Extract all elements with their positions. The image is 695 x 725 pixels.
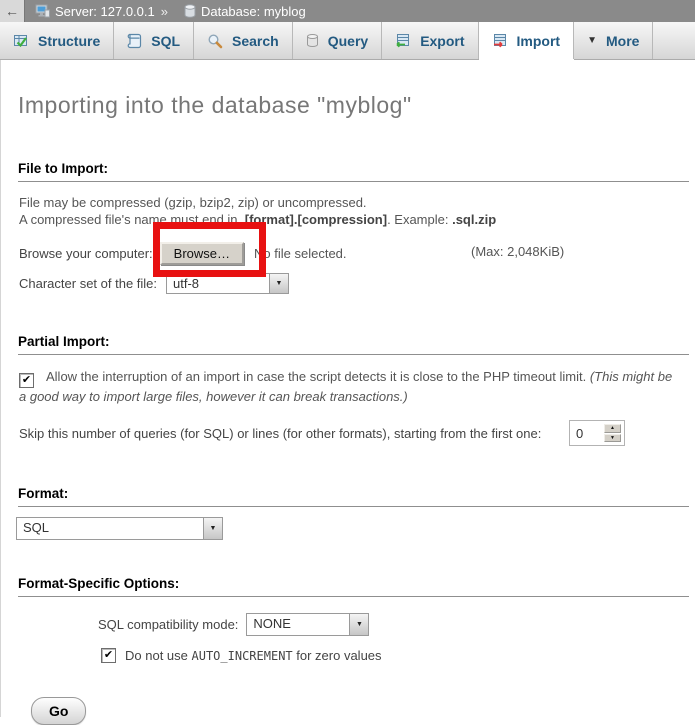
- compression-note: File may be compressed (gzip, bzip2, zip…: [19, 194, 683, 228]
- auto-increment-row: ✔ Do not use AUTO_INCREMENT for zero val…: [101, 648, 695, 663]
- tab-label: SQL: [151, 33, 180, 49]
- auto-increment-text: Do not use AUTO_INCREMENT for zero value…: [125, 648, 382, 663]
- tab-more[interactable]: ▼ More: [574, 22, 653, 59]
- tab-export[interactable]: Export: [382, 22, 478, 59]
- tab-structure[interactable]: Structure: [0, 22, 114, 59]
- database-icon: [184, 4, 196, 18]
- section-heading-file-to-import: File to Import:: [18, 161, 689, 182]
- allow-interruption-checkbox[interactable]: ✔: [19, 373, 34, 388]
- tab-label: Search: [232, 33, 279, 49]
- sql-compatibility-value: NONE: [247, 614, 349, 635]
- tab-label: Structure: [38, 33, 100, 49]
- phpmyadmin-import-page: { "icons": { "back_arrow": "←", "breadcr…: [0, 0, 695, 716]
- breadcrumb-database[interactable]: Database: myblog: [201, 4, 306, 19]
- max-size-note: (Max: 2,048KiB): [471, 244, 564, 259]
- skip-queries-row: Skip this number of queries (for SQL) or…: [19, 420, 695, 446]
- format-select[interactable]: SQL ▼: [16, 517, 223, 540]
- skip-queries-value[interactable]: 0: [573, 424, 604, 442]
- sql-icon: [127, 33, 142, 49]
- allow-interruption-row: ✔ Allow the interruption of an import in …: [19, 368, 681, 406]
- tab-query[interactable]: Query: [293, 22, 382, 59]
- charset-row: Character set of the file: utf-8 ▼: [19, 272, 695, 294]
- chevron-down-icon[interactable]: ▼: [269, 274, 288, 293]
- chevron-down-icon[interactable]: ▼: [203, 518, 222, 539]
- compression-line2-mid: . Example:: [387, 212, 452, 227]
- spinner-up-icon[interactable]: ▲: [604, 424, 621, 433]
- chevron-down-icon[interactable]: ▼: [349, 614, 368, 635]
- import-icon: [492, 33, 508, 49]
- tab-label: Export: [420, 33, 464, 49]
- sql-compatibility-select[interactable]: NONE ▼: [246, 613, 369, 636]
- skip-queries-stepper[interactable]: 0 ▲ ▼: [569, 420, 625, 446]
- section-heading-partial-import: Partial Import:: [18, 334, 689, 355]
- auto-increment-checkbox[interactable]: ✔: [101, 648, 116, 663]
- breadcrumb-server[interactable]: Server: 127.0.0.1: [55, 4, 155, 19]
- section-heading-format-specific: Format-Specific Options:: [18, 576, 689, 597]
- compression-line1: File may be compressed (gzip, bzip2, zip…: [19, 195, 367, 210]
- no-file-selected-text: No file selected.: [254, 246, 347, 261]
- skip-queries-label: Skip this number of queries (for SQL) or…: [19, 426, 541, 441]
- compression-example: .sql.zip: [452, 212, 496, 227]
- spinner-down-icon[interactable]: ▼: [604, 434, 621, 443]
- charset-label: Character set of the file:: [19, 276, 157, 291]
- allow-interruption-text: Allow the interruption of an import in c…: [46, 369, 590, 384]
- annotation-highlight-box: [153, 222, 266, 277]
- auto-increment-code: AUTO_INCREMENT: [192, 649, 293, 663]
- back-button[interactable]: ←: [0, 0, 25, 22]
- go-button[interactable]: Go: [31, 697, 86, 725]
- export-icon: [395, 33, 411, 49]
- query-icon: [306, 33, 319, 48]
- browse-row: Browse your computer: Browse… No file se…: [19, 241, 695, 265]
- main-content: Importing into the database "myblog" Fil…: [0, 60, 695, 717]
- tab-search[interactable]: Search: [194, 22, 293, 59]
- tab-bar: Structure SQL Search Query: [0, 22, 695, 60]
- browse-label: Browse your computer:: [19, 246, 153, 261]
- format-selected-value: SQL: [17, 518, 203, 539]
- breadcrumb-separator: »: [161, 4, 168, 19]
- server-icon: [35, 4, 50, 18]
- tab-label: More: [606, 33, 639, 49]
- tab-label: Query: [328, 33, 368, 49]
- sql-compatibility-label: SQL compatibility mode:: [98, 617, 238, 632]
- page-title: Importing into the database "myblog": [1, 60, 695, 119]
- tab-sql[interactable]: SQL: [114, 22, 194, 59]
- structure-icon: [13, 33, 29, 49]
- section-heading-format: Format:: [18, 486, 689, 507]
- back-arrow-icon: ←: [5, 3, 19, 19]
- tab-import[interactable]: Import: [479, 22, 575, 59]
- spinner-buttons: ▲ ▼: [604, 424, 621, 442]
- search-icon: [207, 33, 223, 49]
- more-caret-icon: ▼: [587, 35, 597, 46]
- sql-compatibility-row: SQL compatibility mode: NONE ▼: [98, 613, 695, 636]
- breadcrumb-bar: ← Server: 127.0.0.1 » Database: myblog: [0, 0, 695, 22]
- tab-label: Import: [517, 33, 561, 49]
